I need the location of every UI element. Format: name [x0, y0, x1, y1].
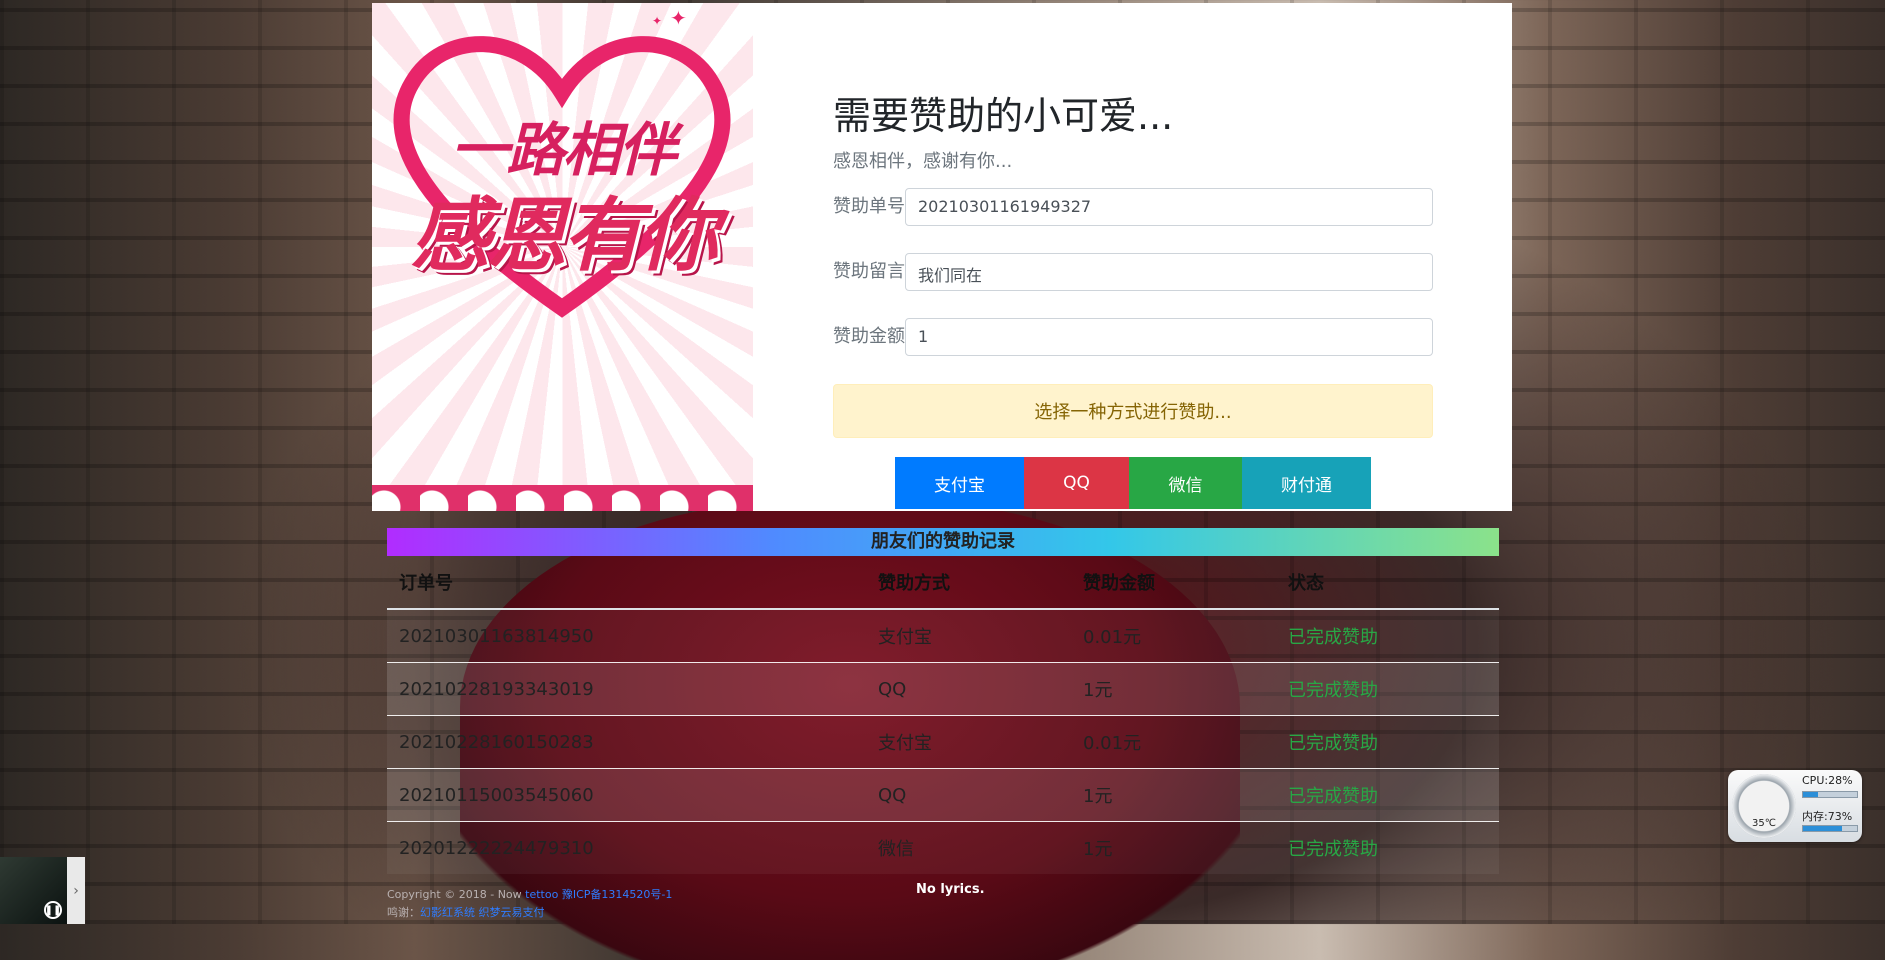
cpu-bar — [1802, 791, 1858, 798]
message-field[interactable]: 我们同在 — [905, 253, 1433, 291]
page-title: 需要赞助的小可爱... — [833, 94, 1174, 138]
status-cell: 已完成赞助 — [1276, 715, 1499, 769]
memory-bar — [1802, 825, 1858, 832]
amount-field[interactable]: 1 — [905, 318, 1433, 356]
message-label: 赞助留言 — [833, 261, 905, 282]
order-cell: 20210301163814950 — [387, 608, 866, 663]
method-cell: QQ — [866, 662, 1071, 716]
records-table: 订单号 赞助方式 赞助金额 状态 20210301163814950 支付宝 0… — [387, 556, 1499, 874]
table-row: 20210115003545060 QQ 1元 已完成赞助 — [387, 768, 1499, 822]
album-cover[interactable]: ❚❚ — [0, 857, 67, 924]
order-cell: 20201222224479310 — [387, 821, 866, 874]
amount-cell: 1元 — [1071, 768, 1276, 822]
banner-line-2: 感恩有你 — [410, 189, 719, 282]
qq-button[interactable]: QQ — [1024, 457, 1129, 509]
system-monitor-widget: 35℃ CPU:28% 内存:73% — [1728, 770, 1862, 842]
cpu-readout: CPU:28% — [1802, 774, 1853, 787]
table-row: 20210228160150283 支付宝 0.01元 已完成赞助 — [387, 715, 1499, 769]
alipay-button[interactable]: 支付宝 — [895, 457, 1024, 509]
svg-text:✦: ✦ — [670, 6, 687, 30]
order-number-row: 赞助单号 20210301161949327 — [833, 188, 1433, 228]
status-cell: 已完成赞助 — [1276, 821, 1499, 874]
site-link[interactable]: tettoo — [525, 888, 558, 901]
sponsor-records: 朋友们的赞助记录 订单号 赞助方式 赞助金额 状态 20210301163814… — [387, 528, 1499, 874]
method-cell: QQ — [866, 768, 1071, 822]
method-cell: 支付宝 — [866, 715, 1071, 769]
order-cell: 20210228160150283 — [387, 715, 866, 769]
banner-image: ✦ ✦ 一路相伴 感恩有你 — [372, 3, 753, 511]
chevron-right-icon[interactable]: › — [67, 857, 85, 924]
table-row: 20201222224479310 微信 1元 已完成赞助 — [387, 821, 1499, 874]
page-subtitle: 感恩相伴，感谢有你... — [833, 151, 1013, 172]
thanks-links[interactable]: 幻影红系统 织梦云易支付 — [420, 906, 545, 919]
sponsor-panel: ✦ ✦ 一路相伴 感恩有你 需要赞助的小可爱... 感恩相伴，感谢有你... 赞… — [372, 3, 1512, 511]
amount-cell: 0.01元 — [1071, 715, 1276, 769]
music-player: ❚❚ › — [0, 857, 85, 924]
copyright-text: Copyright © 2018 - Now — [387, 888, 526, 901]
message-row: 赞助留言 我们同在 — [833, 253, 1433, 293]
gauge-icon: 35℃ — [1732, 774, 1796, 838]
status-cell: 已完成赞助 — [1276, 608, 1499, 663]
memory-readout: 内存:73% — [1802, 810, 1853, 823]
svg-text:✦: ✦ — [652, 14, 662, 28]
col-order: 订单号 — [387, 556, 866, 610]
sponsor-form: 需要赞助的小可爱... 感恩相伴，感谢有你... 赞助单号 2021030116… — [753, 3, 1512, 511]
icp-link[interactable]: 豫ICP备1314520号-1 — [562, 888, 673, 901]
status-cell: 已完成赞助 — [1276, 662, 1499, 716]
cloud-decoration — [372, 485, 753, 511]
payment-notice: 选择一种方式进行赞助... — [833, 384, 1433, 438]
amount-row: 赞助金额 1 — [833, 318, 1433, 358]
col-status: 状态 — [1276, 556, 1499, 610]
col-method: 赞助方式 — [866, 556, 1071, 610]
tenpay-button[interactable]: 财付通 — [1242, 457, 1371, 509]
pause-icon[interactable]: ❚❚ — [44, 901, 62, 919]
amount-cell: 1元 — [1071, 821, 1276, 874]
status-cell: 已完成赞助 — [1276, 768, 1499, 822]
thanks-label: 鸣谢： — [387, 906, 420, 919]
table-header: 订单号 赞助方式 赞助金额 状态 — [387, 556, 1499, 610]
order-number-field[interactable]: 20210301161949327 — [905, 188, 1433, 226]
records-title: 朋友们的赞助记录 — [387, 528, 1499, 556]
table-row: 20210301163814950 支付宝 0.01元 已完成赞助 — [387, 608, 1499, 663]
order-cell: 20210115003545060 — [387, 768, 866, 822]
amount-cell: 1元 — [1071, 662, 1276, 716]
wechat-button[interactable]: 微信 — [1129, 457, 1242, 509]
method-cell: 支付宝 — [866, 608, 1071, 663]
amount-label: 赞助金额 — [833, 326, 905, 347]
order-cell: 20210228193343019 — [387, 662, 866, 716]
temperature-readout: 35℃ — [1752, 818, 1776, 829]
amount-cell: 0.01元 — [1071, 608, 1276, 663]
lyrics-text: No lyrics. — [916, 882, 985, 897]
page-footer: Copyright © 2018 - Now tettoo 豫ICP备13145… — [387, 886, 672, 922]
order-number-label: 赞助单号 — [833, 196, 905, 217]
payment-buttons: 支付宝 QQ 微信 财付通 — [895, 457, 1371, 509]
col-amount: 赞助金额 — [1071, 556, 1276, 610]
table-row: 20210228193343019 QQ 1元 已完成赞助 — [387, 662, 1499, 716]
method-cell: 微信 — [866, 821, 1071, 874]
